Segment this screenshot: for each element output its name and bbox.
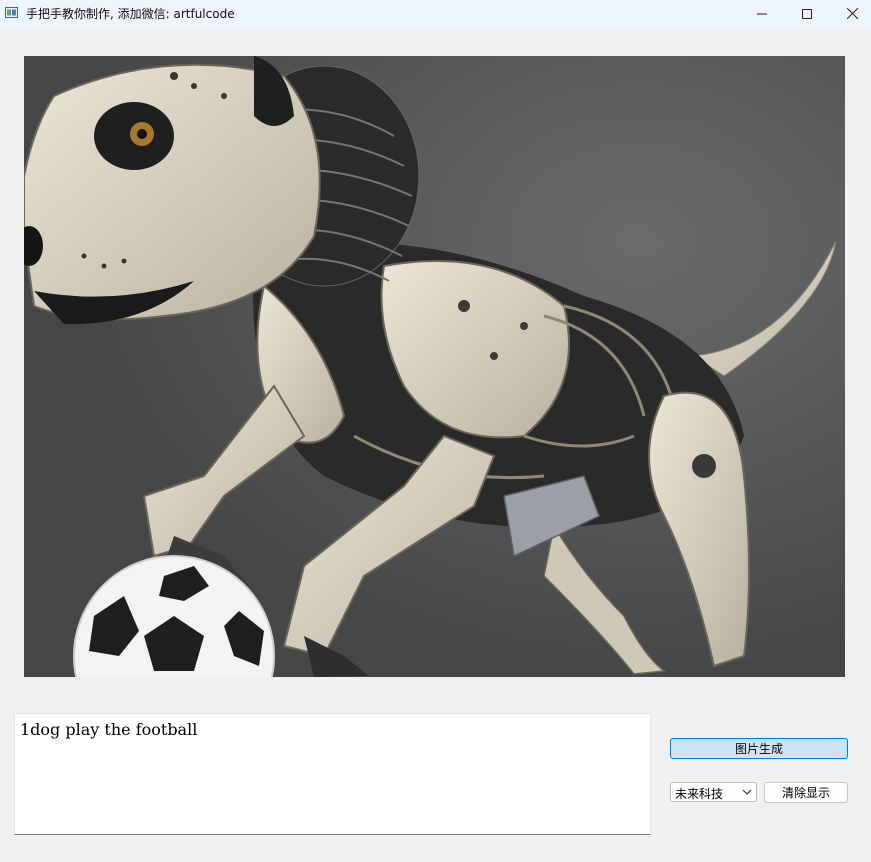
app-window-icon [5,7,18,18]
model-select[interactable]: 未来科技 [670,782,757,802]
minimize-button[interactable] [739,0,785,27]
close-button[interactable] [829,0,871,27]
maximize-button[interactable] [784,0,830,27]
maximize-icon [802,8,812,19]
model-select-value: 未来科技 [675,787,724,801]
generate-image-button[interactable]: 图片生成 [670,738,848,759]
title-bar: 手把手教你制作, 添加微信: artfulcode [0,0,871,27]
generate-image-button-label: 图片生成 [734,742,783,756]
generated-image [24,56,845,677]
prompt-text: 1dog play the football [20,720,198,739]
clear-display-button-label: 清除显示 [781,786,830,800]
close-icon [846,8,858,19]
clear-display-button[interactable]: 清除显示 [764,782,848,803]
window-title: 手把手教你制作, 添加微信: artfulcode [26,7,235,21]
chevron-down-icon [742,789,752,795]
minimize-icon [757,13,767,14]
prompt-input[interactable]: 1dog play the football [14,713,651,835]
